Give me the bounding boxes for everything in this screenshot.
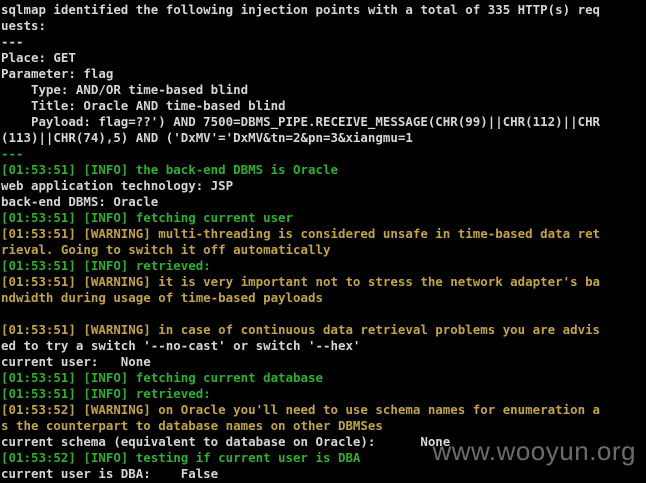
terminal-line: web application technology: JSP	[1, 178, 234, 193]
terminal-line: Payload: flag=??') AND 7500=DBMS_PIPE.RE…	[1, 114, 601, 129]
terminal-line: ---	[1, 34, 24, 49]
terminal-line: [01:53:51] [WARNING] multi-threading is …	[1, 226, 601, 241]
terminal-line: Title: Oracle AND time-based blind	[1, 98, 286, 113]
terminal-line: (113)||CHR(74),5) AND ('DxMV'='DxMV&tn=2…	[1, 130, 413, 145]
terminal-line: sqlmap identified the following injectio…	[1, 2, 601, 17]
terminal-line: [01:53:52] [WARNING] on Oracle you'll ne…	[1, 402, 601, 417]
terminal-line: [01:53:51] [WARNING] it is very importan…	[1, 274, 601, 289]
console-scrollbar[interactable]	[641, 0, 646, 483]
terminal-output[interactable]: sqlmap identified the following injectio…	[1, 2, 645, 482]
terminal-line: [01:53:51] [INFO] fetching current user	[1, 210, 294, 225]
terminal-line: Place: GET	[1, 50, 76, 65]
terminal-line: Parameter: flag	[1, 66, 114, 81]
terminal-line: current user is DBA: False	[1, 466, 219, 481]
terminal-line: current user: None	[1, 354, 151, 369]
terminal-line: [01:53:51] [INFO] fetching current datab…	[1, 370, 323, 385]
terminal-line: Type: AND/OR time-based blind	[1, 82, 249, 97]
watermark: www.wooyun.org	[432, 436, 636, 466]
terminal-line: back-end DBMS: Oracle	[1, 194, 159, 209]
terminal-line: ed to try a switch '--no-cast' or switch…	[1, 338, 361, 353]
terminal-line: [01:53:51] [INFO] the back-end DBMS is O…	[1, 162, 338, 177]
terminal-line: uests:	[1, 18, 46, 33]
terminal-line: s the counterpart to database names on o…	[1, 418, 383, 433]
terminal-line: ---	[1, 146, 24, 161]
terminal-line: ndwidth during usage of time-based paylo…	[1, 290, 323, 305]
terminal-line: rieval. Going to switch it off automatic…	[1, 242, 331, 257]
terminal-line: [01:53:51] [INFO] retrieved:	[1, 386, 211, 401]
terminal-line: [01:53:51] [INFO] retrieved:	[1, 258, 211, 273]
terminal-line: [01:53:51] [WARNING] in case of continuo…	[1, 322, 601, 337]
